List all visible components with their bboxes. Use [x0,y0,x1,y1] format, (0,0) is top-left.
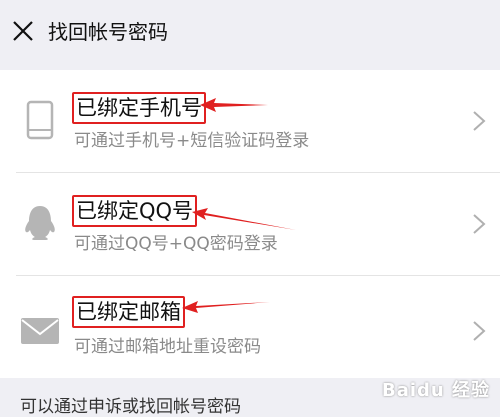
option-title: 已绑定QQ号 [72,195,198,227]
option-subtitle: 可通过QQ号+QQ密码登录 [74,234,278,254]
annotation-arrow [182,301,270,313]
chevron-right-icon [473,321,486,341]
option-phone[interactable]: 已绑定手机号 可通过手机号+短信验证码登录 [0,70,500,172]
page-title: 找回帐号密码 [48,20,168,44]
option-subtitle: 可通过邮箱地址重设密码 [74,337,261,357]
top-bar: 找回帐号密码 [0,0,500,62]
option-email[interactable]: 已绑定邮箱 可通过邮箱地址重设密码 [0,276,500,378]
chevron-right-icon [473,214,486,234]
qq-penguin-icon [25,206,55,240]
chevron-right-icon [473,111,486,131]
baidu-watermark: Baidu 经验 [381,380,490,401]
appeal-hint-text: 可以通过申诉或找回帐号密码 [20,397,241,417]
mail-envelope-icon [21,318,59,344]
phone-icon [26,100,54,140]
close-icon[interactable] [12,20,34,42]
annotation-arrow [200,98,268,112]
option-title: 已绑定手机号 [72,92,206,124]
option-title: 已绑定邮箱 [72,296,185,328]
option-subtitle: 可通过手机号+短信验证码登录 [74,131,310,151]
annotation-arrow [192,208,296,230]
